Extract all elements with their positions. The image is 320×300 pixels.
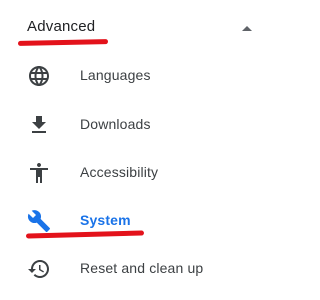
globe-icon [27,64,51,88]
sidebar-item-reset-and-clean-up[interactable]: Reset and clean up [0,245,280,293]
arrow-drop-up-icon[interactable] [242,26,252,31]
restore-icon [27,257,51,281]
sidebar-item-downloads[interactable]: Downloads [0,101,280,149]
advanced-section-header[interactable]: Advanced [0,0,280,58]
title-annotation-underline [17,39,109,46]
download-icon [27,113,51,137]
sidebar-item-label: Downloads [80,116,151,132]
sidebar-item-label: System [80,212,131,228]
sidebar-item-languages[interactable]: Languages [0,52,280,100]
accessibility-icon [27,161,51,185]
wrench-icon [27,209,51,233]
section-title: Advanced [27,18,96,35]
sidebar-item-accessibility[interactable]: Accessibility [0,149,280,197]
sidebar-item-label: Languages [80,67,151,83]
sidebar-item-label: Reset and clean up [80,260,204,276]
sidebar-item-label: Accessibility [80,164,159,180]
settings-sidebar-panel: Advanced Languages Downloads Accessibili… [0,0,280,300]
